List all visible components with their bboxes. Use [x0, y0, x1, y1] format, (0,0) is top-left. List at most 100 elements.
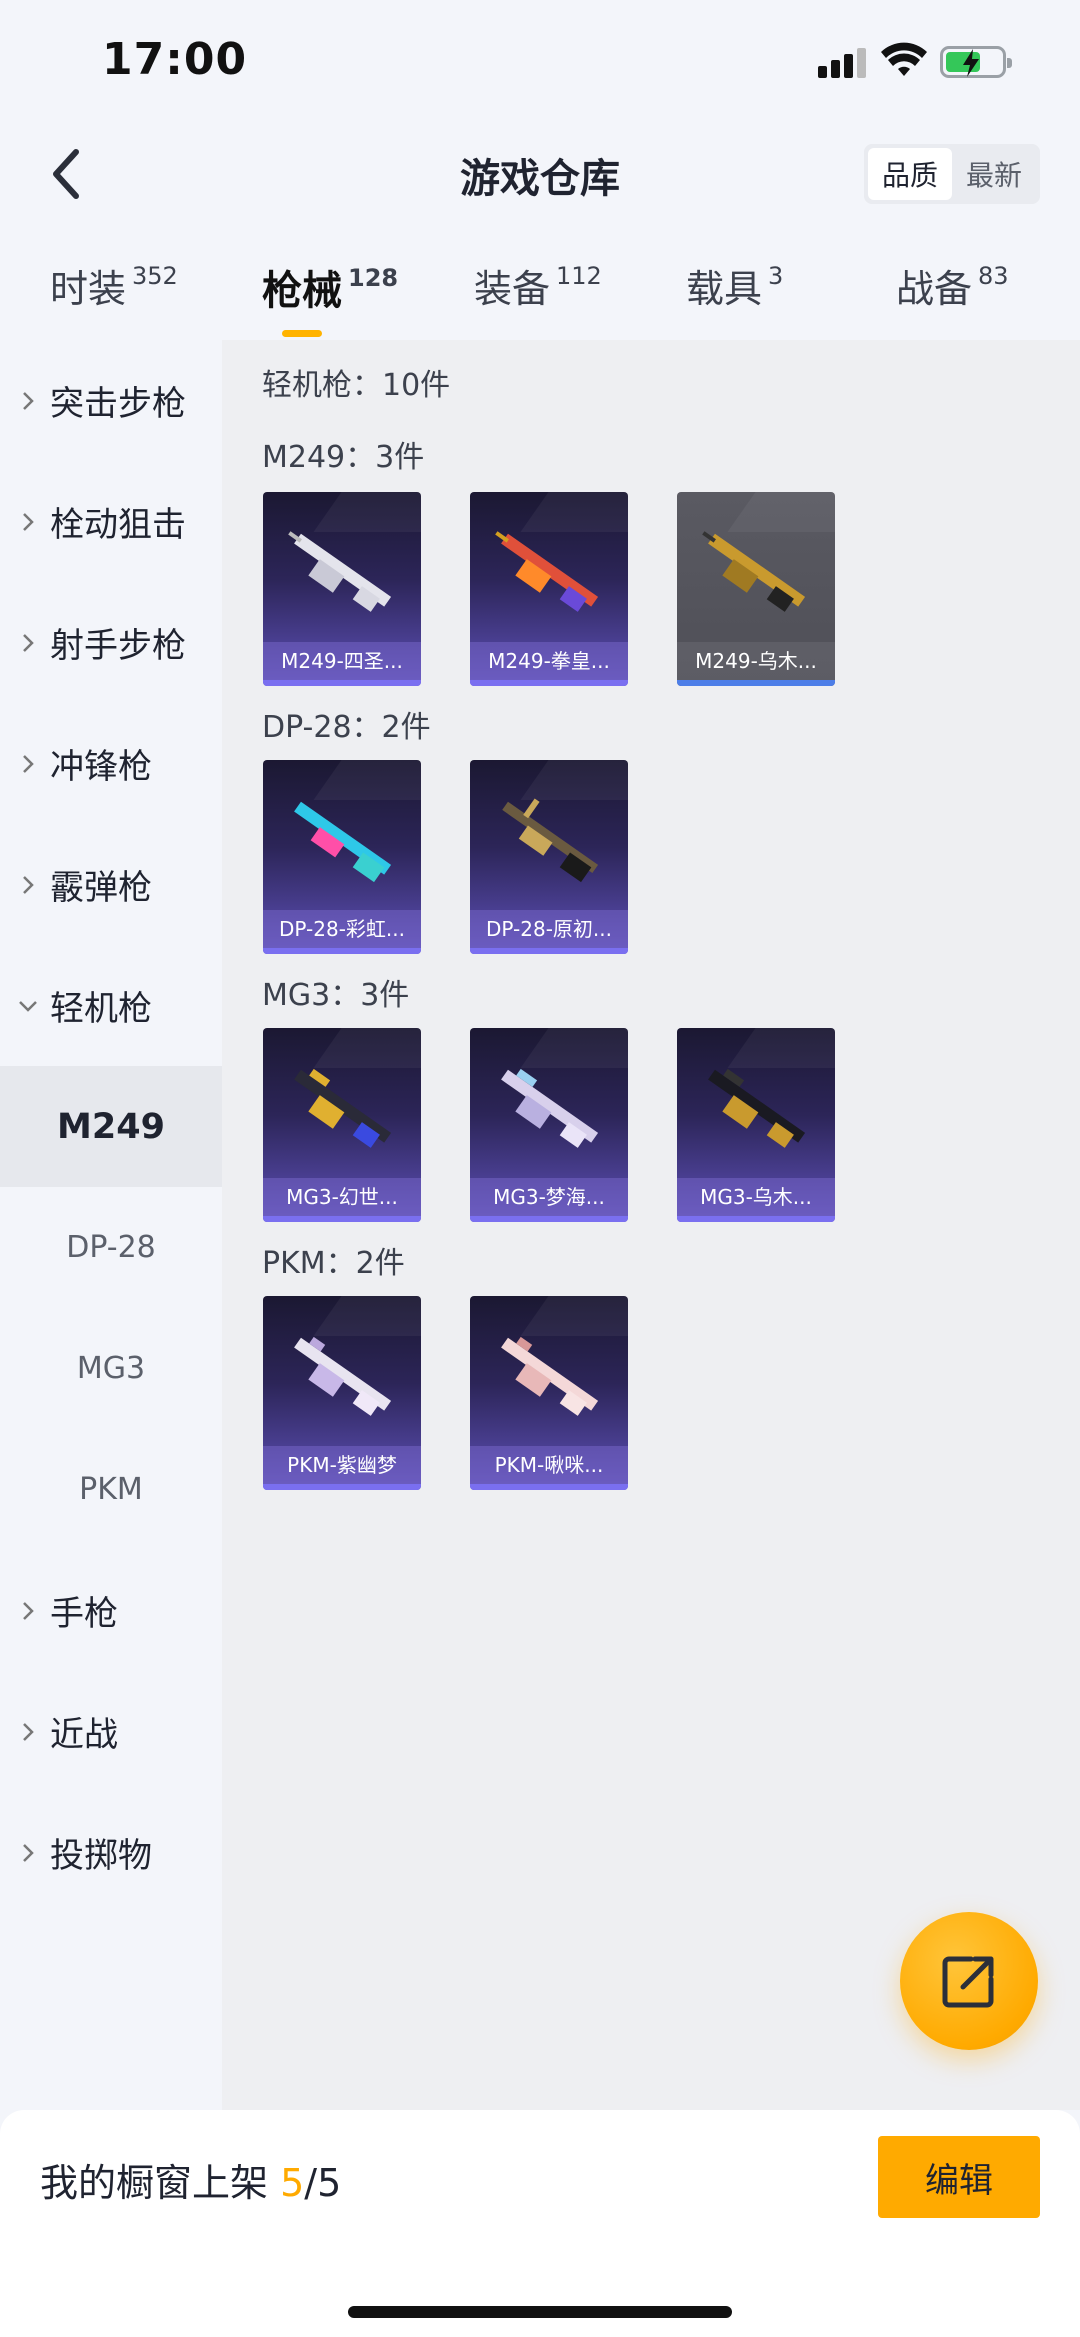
sidebar-item-label: 射手步枪 [50, 626, 186, 666]
tab-count: 352 [132, 262, 178, 290]
sidebar-item-label: 冲锋枪 [50, 747, 152, 787]
item-name: M249-乌木... [695, 649, 817, 673]
item-name: MG3-梦海... [493, 1185, 605, 1209]
item-card[interactable]: DP-28-原初... [470, 760, 628, 954]
status-bar: 17:00 [0, 0, 1080, 120]
share-fab-button[interactable] [900, 1912, 1038, 2050]
chevron-right-icon [23, 1601, 34, 1620]
sidebar-item-label: 轻机枪 [50, 989, 152, 1029]
sidebar-item-assault-rifle[interactable]: 突击步枪 [0, 340, 222, 461]
item-card[interactable]: M249-四圣... [263, 492, 421, 686]
sidebar: 突击步枪 栓动狙击 射手步枪 冲锋枪 霰弹枪 轻机枪 M249 DP-28 MG… [0, 340, 222, 2110]
item-name: PKM-紫幽梦 [287, 1453, 397, 1477]
sidebar-item-label: 近战 [50, 1715, 118, 1755]
chevron-right-icon [23, 391, 34, 410]
sidebar-item-lmg[interactable]: 轻机枪 [0, 945, 222, 1066]
item-name: M249-四圣... [281, 649, 403, 673]
tab-count: 128 [348, 264, 399, 292]
item-name: DP-28-原初... [486, 917, 612, 941]
tab-count: 83 [978, 262, 1009, 290]
item-card[interactable]: MG3-梦海... [470, 1028, 628, 1222]
machine-gun-icon [708, 1068, 806, 1148]
tab-label: 装备 [474, 267, 551, 311]
item-name: M249-拳皇... [488, 649, 610, 673]
tab-equipment[interactable]: 装备 112 [474, 258, 602, 313]
item-card[interactable]: M249-拳皇... [470, 492, 628, 686]
tab-count: 112 [556, 262, 602, 290]
item-name: DP-28-彩虹... [279, 917, 405, 941]
chevron-down-icon [19, 1000, 37, 1012]
machine-gun-icon [502, 798, 599, 883]
machine-gun-icon [501, 1336, 599, 1416]
section-title: 轻机枪：10件 [262, 368, 451, 403]
item-grid-area: 轻机枪：10件 M249：3件 M249-四圣... M249-拳皇... M2… [222, 340, 1080, 2110]
sort-toggle: 品质 最新 [864, 144, 1040, 204]
machine-gun-icon [288, 531, 392, 612]
sidebar-item-label: 手枪 [50, 1594, 118, 1634]
home-indicator [348, 2306, 732, 2318]
tab-label: 枪械 [262, 268, 342, 314]
machine-gun-icon [294, 1336, 392, 1416]
chevron-right-icon [23, 754, 34, 773]
sidebar-item-label: 突击步枪 [50, 384, 186, 424]
sidebar-subitem-pkm[interactable]: PKM [0, 1429, 222, 1550]
machine-gun-icon [294, 801, 392, 883]
item-card[interactable]: MG3-幻世... [263, 1028, 421, 1222]
sidebar-item-shotgun[interactable]: 霰弹枪 [0, 824, 222, 945]
machine-gun-icon [495, 531, 599, 612]
sidebar-subitem-mg3[interactable]: MG3 [0, 1308, 222, 1429]
sidebar-item-pistol[interactable]: 手枪 [0, 1550, 222, 1671]
sidebar-item-label: 霰弹枪 [50, 868, 152, 908]
header: 游戏仓库 品质 最新 [0, 120, 1080, 228]
sort-quality-button[interactable]: 品质 [868, 148, 952, 200]
sidebar-item-throwables[interactable]: 投掷物 [0, 1792, 222, 1913]
group-title-pkm: PKM：2件 [262, 1246, 405, 1281]
showcase-status: 我的橱窗上架 5/5 [40, 2152, 341, 2207]
tab-supplies[interactable]: 战备 83 [896, 258, 1009, 313]
chevron-right-icon [23, 512, 34, 531]
item-name: MG3-幻世... [286, 1185, 398, 1209]
share-external-icon [942, 1956, 994, 2008]
group-title-m249: M249：3件 [262, 440, 425, 475]
sidebar-item-melee[interactable]: 近战 [0, 1671, 222, 1792]
machine-gun-icon [501, 1068, 599, 1148]
showcase-label: 我的橱窗上架 [40, 2161, 269, 2205]
edit-button[interactable]: 编辑 [878, 2136, 1040, 2218]
battery-icon [940, 46, 1012, 78]
tab-active-indicator [282, 330, 322, 337]
tab-guns[interactable]: 枪械 128 [262, 258, 399, 337]
group-title-dp28: DP-28：2件 [262, 710, 431, 745]
item-card[interactable]: DP-28-彩虹... [263, 760, 421, 954]
category-tabs: 时装 352 枪械 128 装备 112 载具 3 战备 83 [0, 244, 1080, 340]
sidebar-item-marksman-rifle[interactable]: 射手步枪 [0, 582, 222, 703]
showcase-used: 5 [280, 2161, 305, 2205]
chevron-right-icon [23, 1843, 34, 1862]
cellular-signal-icon [818, 48, 868, 78]
item-card[interactable]: MG3-乌木... [677, 1028, 835, 1222]
machine-gun-icon [702, 531, 806, 612]
item-card[interactable]: PKM-啾咪... [470, 1296, 628, 1490]
chevron-right-icon [23, 875, 34, 894]
item-name: PKM-啾咪... [494, 1453, 604, 1477]
item-name: MG3-乌木... [700, 1185, 812, 1209]
sidebar-item-smg[interactable]: 冲锋枪 [0, 703, 222, 824]
tab-label: 时装 [50, 267, 127, 311]
machine-gun-icon [294, 1068, 392, 1148]
sort-newest-button[interactable]: 最新 [952, 148, 1036, 200]
sidebar-item-label: 投掷物 [50, 1836, 152, 1876]
chevron-right-icon [23, 633, 34, 652]
tab-label: 战备 [896, 267, 973, 311]
tab-count: 3 [768, 262, 784, 290]
sidebar-subitem-dp28[interactable]: DP-28 [0, 1187, 222, 1308]
tab-outfits[interactable]: 时装 352 [50, 258, 178, 313]
tab-label: 载具 [686, 267, 763, 311]
group-title-mg3: MG3：3件 [262, 978, 410, 1013]
item-card[interactable]: M249-乌木... [677, 492, 835, 686]
sidebar-item-bolt-sniper[interactable]: 栓动狙击 [0, 461, 222, 582]
showcase-total: /5 [304, 2161, 342, 2205]
sidebar-subitem-m249[interactable]: M249 [0, 1066, 222, 1187]
item-card[interactable]: PKM-紫幽梦 [263, 1296, 421, 1490]
tab-vehicles[interactable]: 载具 3 [686, 258, 783, 313]
wifi-icon [881, 42, 927, 76]
status-time: 17:00 [102, 34, 248, 85]
